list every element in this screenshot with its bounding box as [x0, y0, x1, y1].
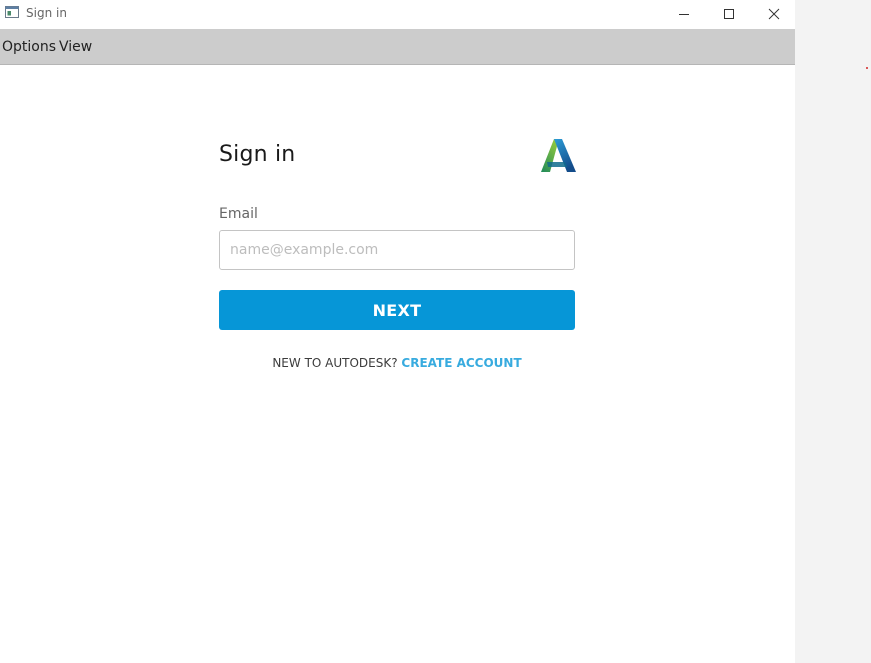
new-to-autodesk-text: NEW TO AUTODESK?	[272, 356, 402, 370]
maximize-icon	[724, 9, 734, 19]
menu-view[interactable]: View	[59, 39, 92, 56]
maximize-button[interactable]	[706, 0, 752, 28]
minimize-icon	[679, 14, 689, 15]
app-window: Sign in Options View Sign in Email name@…	[0, 0, 795, 663]
email-label: Email	[219, 206, 258, 222]
create-account-row: NEW TO AUTODESK? CREATE ACCOUNT	[219, 356, 575, 371]
page-title: Sign in	[219, 142, 296, 167]
window-title: Sign in	[26, 6, 67, 20]
email-field[interactable]	[219, 230, 575, 270]
title-bar[interactable]: Sign in	[0, 0, 795, 28]
menu-bar: Options View	[0, 29, 795, 65]
autodesk-logo	[541, 139, 576, 172]
close-button[interactable]	[751, 0, 795, 28]
create-account-link[interactable]: CREATE ACCOUNT	[401, 356, 521, 370]
app-window-icon	[5, 6, 19, 18]
menu-options[interactable]: Options	[2, 39, 56, 56]
minimize-button[interactable]	[661, 0, 707, 28]
close-icon	[768, 8, 780, 20]
next-button[interactable]: NEXT	[219, 290, 575, 330]
indicator-dot	[866, 67, 868, 69]
